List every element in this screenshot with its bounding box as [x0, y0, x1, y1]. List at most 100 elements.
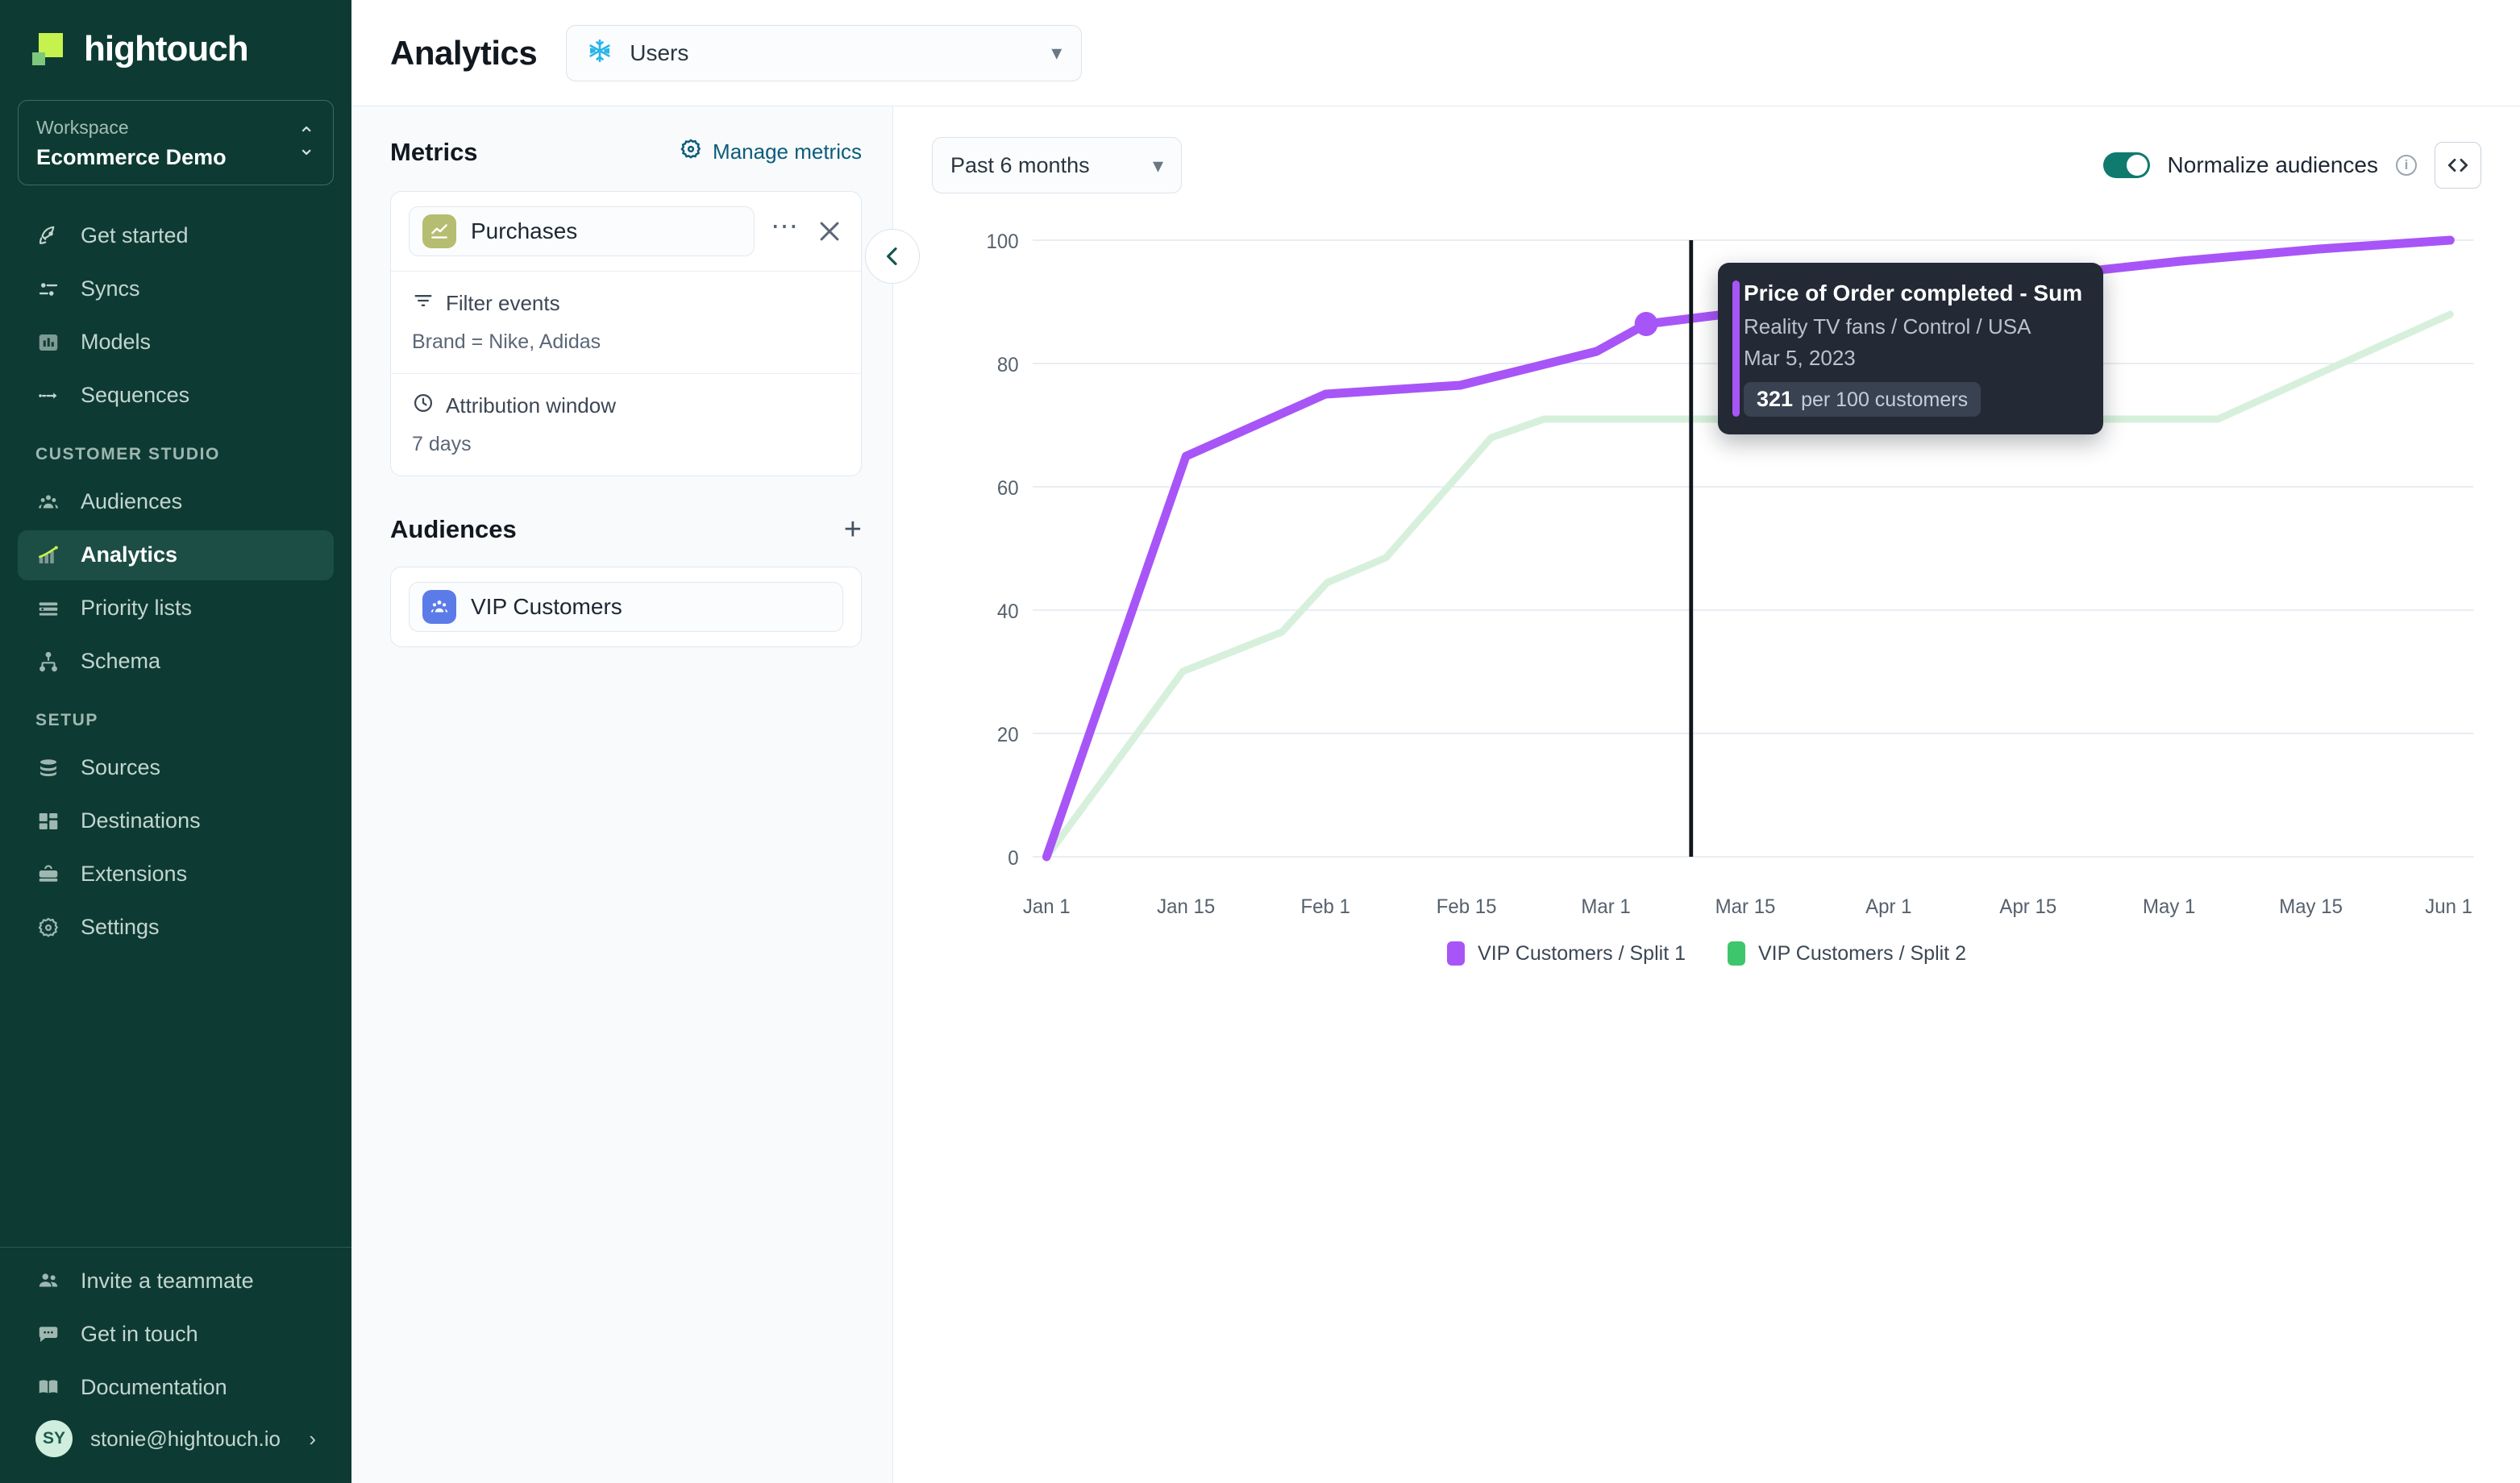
- schema-icon: [35, 649, 61, 675]
- sidebar-item-label: Get in touch: [81, 1321, 198, 1346]
- filter-events-label: Filter events: [446, 291, 560, 315]
- user-email: stonie@hightouch.io: [90, 1426, 281, 1451]
- metric-selector[interactable]: Purchases: [409, 206, 755, 256]
- date-range-select[interactable]: Past 6 months ▾: [932, 137, 1182, 193]
- metric-remove-button[interactable]: [816, 218, 843, 245]
- brand-logo[interactable]: hightouch: [0, 0, 351, 69]
- chevron-updown-icon: ⌃ ⌄: [297, 123, 315, 160]
- manage-metrics-link[interactable]: Manage metrics: [679, 137, 862, 167]
- line-chart: 100 80 60 40 20 0 Jan 1 Jan 15 Feb 1 Feb…: [932, 208, 2481, 933]
- audience-people-icon: [422, 590, 456, 624]
- sidebar-item-label: Settings: [81, 915, 160, 939]
- database-icon: [35, 755, 61, 781]
- sidebar: hightouch Workspace Ecommerce Demo ⌃ ⌄ Ge…: [0, 0, 351, 1483]
- attribution-window-value: 7 days: [412, 433, 472, 455]
- add-audience-button[interactable]: +: [844, 514, 862, 544]
- app-root: hightouch Workspace Ecommerce Demo ⌃ ⌄ Ge…: [0, 0, 2520, 1483]
- svg-text:Jan 15: Jan 15: [1157, 896, 1215, 919]
- avatar: SY: [35, 1420, 73, 1457]
- legend-label: VIP Customers / Split 1: [1478, 941, 1686, 965]
- metrics-title: Metrics: [390, 137, 478, 166]
- bar-chart-icon: [35, 330, 61, 355]
- date-range-value: Past 6 months: [950, 152, 1090, 177]
- chart-panel: Past 6 months ▾ Normalize audiences i 10…: [893, 106, 2520, 1483]
- sidebar-item-sources[interactable]: Sources: [18, 743, 334, 793]
- tooltip-unit: per 100 customers: [1801, 388, 1969, 411]
- metrics-header: Metrics Manage metrics: [390, 137, 862, 167]
- hightouch-logo-icon: [32, 31, 68, 67]
- audience-name: VIP Customers: [471, 594, 622, 619]
- normalize-audiences-label: Normalize audiences: [2167, 152, 2378, 177]
- metric-card: Purchases ⋯ Filter events Brand = Nike, …: [390, 191, 862, 476]
- chart-legend: VIP Customers / Split 1 VIP Customers / …: [932, 941, 2481, 966]
- tooltip-title: Price of Order completed - Sum: [1744, 280, 2083, 305]
- svg-text:May 15: May 15: [2279, 896, 2343, 919]
- sidebar-item-label: Get started: [81, 223, 189, 247]
- sidebar-item-audiences[interactable]: Audiences: [18, 477, 334, 527]
- brand-name: hightouch: [84, 29, 249, 69]
- legend-item-split-2[interactable]: VIP Customers / Split 2: [1728, 941, 1966, 966]
- sidebar-item-settings[interactable]: Settings: [18, 903, 334, 953]
- tooltip-value: 321: [1757, 387, 1794, 411]
- sidebar-item-label: Sources: [81, 755, 161, 779]
- sidebar-item-sequences[interactable]: Sequences: [18, 371, 334, 421]
- audiences-header: Audiences +: [390, 514, 862, 544]
- sidebar-item-models[interactable]: Models: [18, 318, 334, 368]
- sidebar-item-get-in-touch[interactable]: Get in touch: [18, 1309, 334, 1359]
- info-icon[interactable]: i: [2396, 155, 2417, 176]
- filter-events-row[interactable]: Filter events Brand = Nike, Adidas: [391, 271, 861, 373]
- sidebar-item-label: Sequences: [81, 383, 190, 407]
- workspace-value: Ecommerce Demo: [36, 144, 227, 169]
- svg-text:0: 0: [1008, 848, 1018, 870]
- sidebar-section-setup: SETUP: [35, 710, 99, 729]
- chevron-down-icon: ▾: [1051, 40, 1062, 64]
- content-area: Metrics Manage metrics Purchases ⋯ Filte…: [351, 106, 2520, 1483]
- book-icon: [35, 1374, 61, 1400]
- attribution-window-row[interactable]: Attribution window 7 days: [391, 373, 861, 476]
- view-code-button[interactable]: [2435, 142, 2481, 189]
- model-select-value: Users: [630, 39, 689, 65]
- sidebar-item-extensions[interactable]: Extensions: [18, 850, 334, 899]
- main-area: Analytics Users ▾ Metrics Manage metrics…: [351, 0, 2520, 1483]
- svg-text:Feb 15: Feb 15: [1437, 896, 1497, 919]
- collapse-panel-button[interactable]: [865, 229, 920, 284]
- sidebar-item-get-started[interactable]: Get started: [18, 211, 334, 261]
- metric-more-options-button[interactable]: ⋯: [771, 213, 800, 241]
- sidebar-item-label: Extensions: [81, 862, 188, 886]
- svg-text:100: 100: [987, 231, 1019, 254]
- sidebar-item-label: Priority lists: [81, 596, 193, 620]
- sidebar-item-label: Analytics: [81, 542, 178, 567]
- svg-text:60: 60: [997, 478, 1019, 501]
- legend-item-split-1[interactable]: VIP Customers / Split 1: [1447, 941, 1686, 966]
- attribution-label-row: Attribution window: [412, 392, 840, 420]
- sliders-icon: [35, 276, 61, 302]
- sidebar-item-analytics[interactable]: Analytics: [18, 530, 334, 580]
- sidebar-item-destinations[interactable]: Destinations: [18, 796, 334, 846]
- sidebar-item-schema[interactable]: Schema: [18, 637, 334, 687]
- briefcase-icon: [35, 862, 61, 887]
- metric-chart-icon: [422, 214, 456, 248]
- sidebar-item-syncs[interactable]: Syncs: [18, 264, 334, 314]
- audiences-title: Audiences: [390, 515, 517, 543]
- page-title: Analytics: [390, 33, 538, 72]
- sidebar-item-documentation[interactable]: Documentation: [18, 1362, 334, 1412]
- list-icon: [35, 596, 61, 621]
- svg-text:Apr 15: Apr 15: [1999, 896, 2056, 919]
- x-axis-ticks: Jan 1 Jan 15 Feb 1 Feb 15 Mar 1 Mar 15 A…: [1023, 896, 2472, 919]
- normalize-audiences-toggle[interactable]: [2102, 152, 2150, 178]
- tooltip-accent-bar: [1732, 280, 1740, 417]
- sidebar-item-priority-lists[interactable]: Priority lists: [18, 584, 334, 633]
- workspace-switcher[interactable]: Workspace Ecommerce Demo ⌃ ⌄: [18, 100, 334, 185]
- tooltip-value-badge: 321 per 100 customers: [1744, 382, 1981, 417]
- user-account-menu[interactable]: SY stonie@hightouch.io ›: [18, 1415, 334, 1462]
- sidebar-item-invite-teammate[interactable]: Invite a teammate: [18, 1256, 334, 1306]
- config-panel: Metrics Manage metrics Purchases ⋯ Filte…: [351, 106, 920, 1483]
- model-select[interactable]: Users ▾: [566, 24, 1083, 81]
- manage-metrics-label: Manage metrics: [713, 139, 862, 164]
- audience-selector-vip-customers[interactable]: VIP Customers: [409, 582, 843, 632]
- workspace-label: Workspace: [36, 117, 129, 138]
- gear-icon: [35, 915, 61, 941]
- legend-label: VIP Customers / Split 2: [1758, 941, 1966, 965]
- sidebar-nav: Get started Syncs Models Sequences CUSTO…: [0, 208, 351, 956]
- sidebar-divider: [0, 1247, 351, 1248]
